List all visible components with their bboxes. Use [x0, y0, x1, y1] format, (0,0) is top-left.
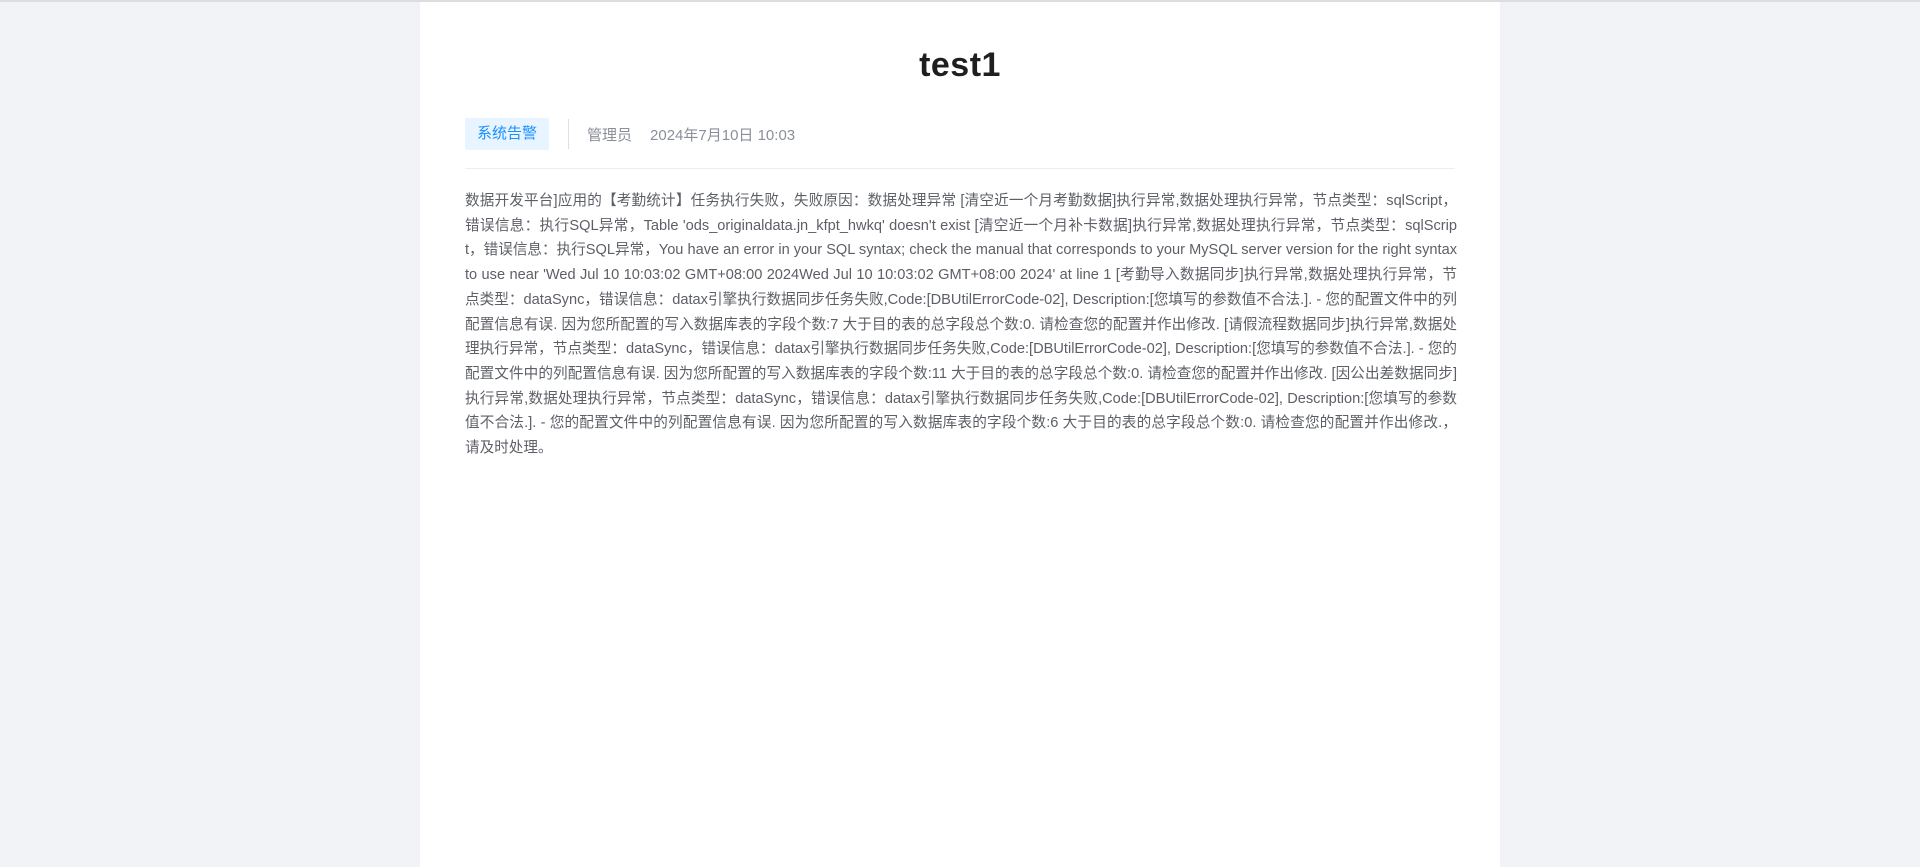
category-tag: 系统告警 — [465, 118, 550, 150]
author-name: 管理员 — [587, 126, 633, 144]
meta-divider — [568, 119, 570, 149]
header-divider — [465, 168, 1455, 169]
article-card: test1 系统告警 管理员 2024年7月10日 10:03 数据开发平台]应… — [420, 2, 1500, 867]
publish-datetime: 2024年7月10日 10:03 — [650, 126, 796, 144]
article-meta: 系统告警 管理员 2024年7月10日 10:03 — [465, 117, 795, 151]
article-body: 数据开发平台]应用的【考勤统计】任务执行失败，失败原因：数据处理异常 [清空近一… — [465, 193, 1457, 457]
article-title: test1 — [919, 46, 1001, 84]
